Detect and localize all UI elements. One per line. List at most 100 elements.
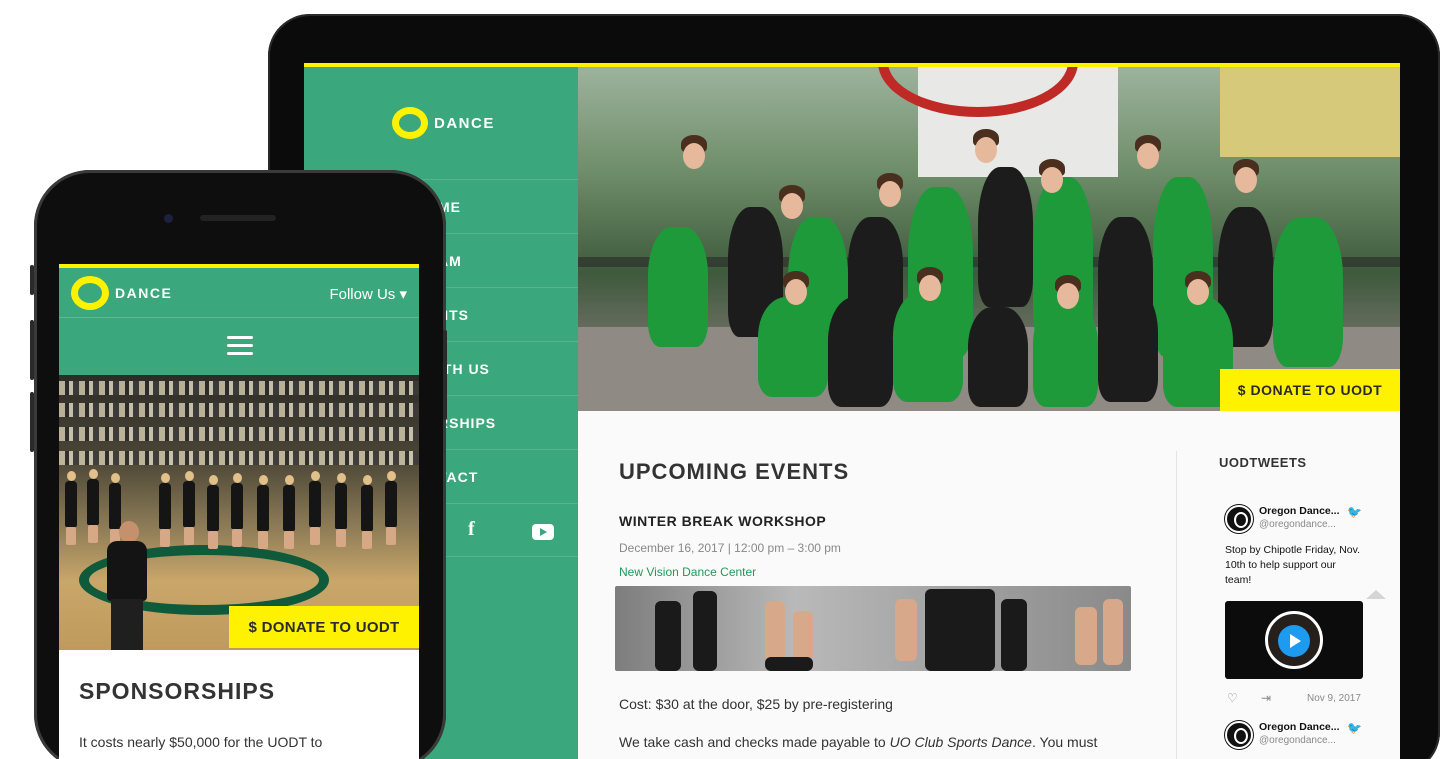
- event-payment-prefix: We take cash and checks made payable to: [619, 734, 890, 750]
- hero-dancer-face: [1057, 283, 1079, 309]
- event-image-leg: [655, 601, 681, 671]
- hero-photo-building: [1220, 67, 1400, 157]
- event-cost: Cost: $30 at the door, $25 by pre-regist…: [619, 696, 893, 712]
- o-logo-icon: [71, 276, 109, 310]
- event-date: December 16, 2017 | 12:00 pm – 3:00 pm: [619, 541, 841, 555]
- event-image-leg: [1075, 607, 1097, 665]
- hero-dancer: [1098, 287, 1158, 402]
- phone-dancer: [283, 475, 295, 549]
- logo-text: DANCE: [434, 114, 495, 132]
- cameraman-legs: [111, 599, 143, 650]
- phone-screen: DANCE Follow Us ▾ $ DONATE TO UODT SPONS…: [59, 264, 419, 759]
- phone-dancer: [309, 471, 321, 545]
- youtube-icon[interactable]: [532, 524, 554, 540]
- hero-dancer-face: [879, 181, 901, 207]
- phone-dancer: [361, 475, 373, 549]
- page-body-text: It costs nearly $50,000 for the UODT to: [79, 734, 323, 750]
- tweet-author-handle[interactable]: @oregondance...: [1259, 735, 1336, 746]
- event-image-leg: [765, 601, 785, 661]
- hero-dancer: [758, 297, 828, 397]
- phone-dancer: [159, 473, 171, 547]
- event-image-leg: [1001, 599, 1027, 671]
- hero-dancer-face: [975, 137, 997, 163]
- hero-dancer: [968, 307, 1028, 407]
- o-logo-icon: [392, 107, 428, 139]
- tweet-video[interactable]: [1225, 601, 1363, 679]
- event-image: [615, 586, 1131, 671]
- phone-volume-up: [30, 320, 34, 380]
- hero-dancer-face: [919, 275, 941, 301]
- logo-text: DANCE: [115, 285, 173, 301]
- hero-dancer: [893, 292, 963, 402]
- crowd-row: [59, 451, 419, 465]
- hero-dancer-face: [683, 143, 705, 169]
- hero-dancer-face: [1187, 279, 1209, 305]
- phone-mute-switch: [30, 265, 34, 295]
- tablet-screen: DANCE ME AM NTS ITH US RSHIPS TACT f $ D…: [304, 63, 1400, 759]
- event-title-link[interactable]: WINTER BREAK WORKSHOP: [619, 513, 826, 529]
- main-content: UPCOMING EVENTS WINTER BREAK WORKSHOP De…: [578, 411, 1400, 759]
- tweet-avatar[interactable]: [1225, 505, 1253, 533]
- page-title: SPONSORSHIPS: [79, 678, 276, 704]
- hero-dancer-face: [781, 193, 803, 219]
- event-image-leg: [793, 611, 813, 661]
- event-image-leg: [925, 589, 995, 671]
- hero-dancer: [1033, 302, 1098, 407]
- facebook-icon[interactable]: f: [468, 518, 475, 541]
- phone-dancer: [257, 475, 269, 549]
- phone-menu-bar: [59, 317, 419, 375]
- hero-dancer: [648, 227, 708, 347]
- event-image-leg: [1103, 599, 1123, 665]
- phone-donate-button[interactable]: $ DONATE TO UODT: [229, 606, 419, 648]
- tweet-date[interactable]: Nov 9, 2017: [1307, 693, 1361, 704]
- event-venue-link[interactable]: New Vision Dance Center: [619, 565, 756, 579]
- event-payment-info: We take cash and checks made payable to …: [619, 734, 1097, 750]
- events-heading: UPCOMING EVENTS: [619, 459, 850, 484]
- tweets-heading: UODTWEETS: [1219, 455, 1307, 470]
- cameraman-head: [119, 521, 139, 543]
- phone-front-camera: [164, 214, 173, 223]
- donate-button[interactable]: $ DONATE TO UODT: [1220, 369, 1400, 411]
- cameraman-body: [107, 541, 147, 601]
- phone-dancer: [335, 473, 347, 547]
- tweet-author-handle[interactable]: @oregondance...: [1259, 519, 1336, 530]
- event-image-leg: [693, 591, 717, 671]
- twitter-widget: UODTWEETS Oregon Dance... @oregondance..…: [1176, 451, 1400, 759]
- crowd-row: [59, 403, 419, 417]
- hero-dancer-face: [1137, 143, 1159, 169]
- event-payee: UO Club Sports Dance: [889, 734, 1032, 750]
- cameraman: [103, 515, 151, 650]
- tweet-author-name[interactable]: Oregon Dance...: [1259, 721, 1340, 733]
- phone-volume-down: [30, 392, 34, 452]
- tweet-text: Stop by Chipotle Friday, Nov. 10th to he…: [1225, 544, 1361, 586]
- hero-dancer: [828, 297, 893, 407]
- phone-dancer: [87, 469, 99, 543]
- phone-dancer: [183, 471, 195, 545]
- tweet-avatar[interactable]: [1225, 721, 1253, 749]
- event-image-shorts: [765, 657, 813, 671]
- share-icon[interactable]: ⇥: [1261, 691, 1271, 705]
- event-image-leg: [895, 599, 917, 661]
- phone-header: DANCE Follow Us ▾: [59, 268, 419, 317]
- hamburger-menu-icon[interactable]: [227, 336, 253, 360]
- scroll-to-top-icon[interactable]: [1366, 590, 1386, 599]
- hero-dancer-face: [785, 279, 807, 305]
- hero-dancer-face: [1041, 167, 1063, 193]
- hero-dancer-face: [1235, 167, 1257, 193]
- tablet-logo[interactable]: DANCE: [392, 107, 495, 139]
- hero-team-photo: [578, 67, 1400, 411]
- hero-dancer: [1273, 217, 1343, 367]
- phone-dancer: [231, 473, 243, 547]
- hero-dancer: [978, 167, 1033, 307]
- phone-power-button: [443, 330, 447, 420]
- crowd-row: [59, 427, 419, 441]
- phone-dancer: [207, 475, 219, 549]
- like-heart-icon[interactable]: ♡: [1227, 691, 1238, 705]
- tweet-author-name[interactable]: Oregon Dance...: [1259, 505, 1340, 517]
- twitter-bird-icon: 🐦: [1347, 721, 1362, 735]
- phone-logo[interactable]: DANCE: [71, 276, 172, 310]
- crowd-row: [59, 381, 419, 395]
- phone-dancer: [65, 471, 77, 545]
- play-icon[interactable]: [1278, 625, 1310, 657]
- follow-us-dropdown[interactable]: Follow Us ▾: [329, 285, 407, 303]
